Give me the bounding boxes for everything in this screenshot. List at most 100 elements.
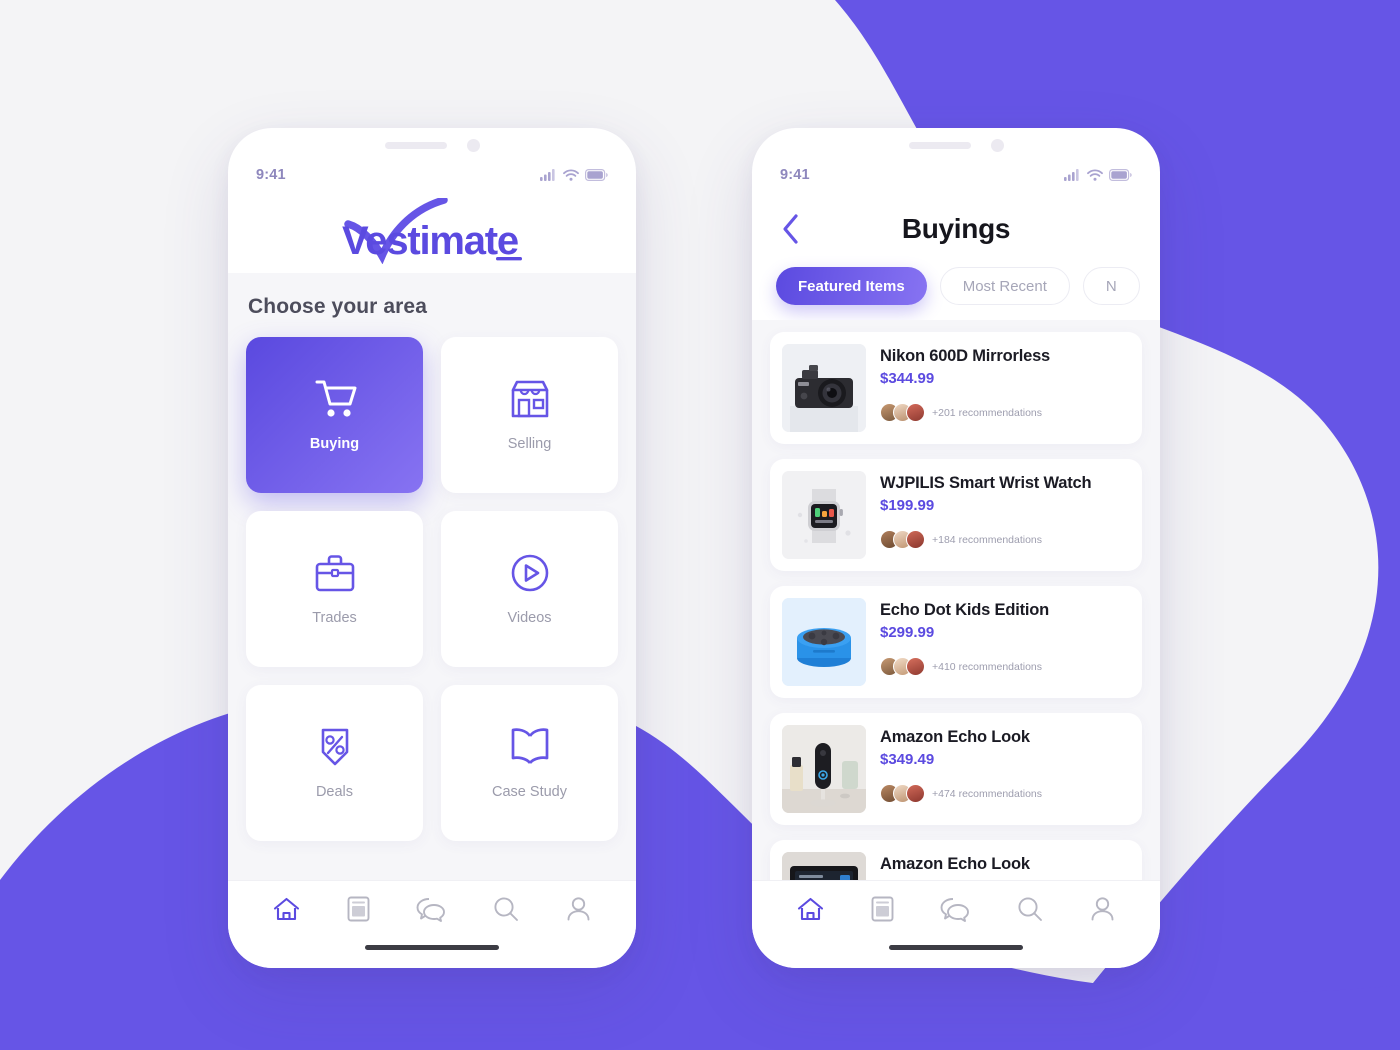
search-icon [1018, 897, 1043, 921]
cellular-signal-icon [1064, 169, 1079, 181]
product-list-item[interactable]: WJPILIS Smart Wrist Watch $199.99 +184 r… [770, 459, 1142, 571]
avatar [906, 530, 925, 549]
product-thumbnail [782, 725, 866, 813]
bottom-band-blob [0, 689, 1400, 1050]
product-name: Amazon Echo Look [880, 728, 1030, 746]
nav-profile-button[interactable] [1090, 896, 1115, 922]
nav-profile-button[interactable] [566, 896, 591, 922]
chat-icon [941, 897, 970, 922]
open-book-icon [511, 728, 548, 764]
search-icon [494, 897, 519, 921]
camera-photo [782, 344, 866, 432]
filter-chip-row: Featured Items Most Recent N [774, 267, 1140, 305]
area-tile-label: Deals [315, 784, 354, 800]
area-tile-case-study[interactable]: Case Study [441, 685, 618, 841]
product-price: $349.49 [880, 751, 935, 768]
home-indicator [889, 945, 1023, 950]
nav-news-button[interactable] [347, 896, 370, 922]
chat-icon [417, 897, 446, 922]
recommender-avatars [880, 784, 925, 803]
news-icon [347, 896, 370, 922]
recommender-avatars [880, 403, 925, 422]
avatar [906, 657, 925, 676]
echo-look-photo [782, 725, 866, 813]
area-tile-label: Case Study [492, 784, 567, 800]
product-list-item[interactable]: Echo Dot Kids Edition $299.99 +410 recom… [770, 586, 1142, 698]
bottom-navigation-right [752, 880, 1160, 968]
product-thumbnail [782, 471, 866, 559]
product-name: WJPILIS Smart Wrist Watch [880, 474, 1092, 492]
svg-text:Vestimate: Vestimate [342, 219, 518, 263]
battery-icon [1109, 169, 1132, 181]
product-list[interactable]: Nikon 600D Mirrorless $344.99 +201 recom… [752, 320, 1160, 880]
nav-chat-button[interactable] [416, 897, 446, 922]
recommendation-count: +474 recommendations [932, 787, 1043, 800]
play-circle-icon [511, 554, 548, 592]
product-name: Nikon 600D Mirrorless [880, 347, 1051, 365]
wifi-icon [563, 169, 579, 181]
briefcase-icon [315, 555, 354, 592]
area-tile-deals[interactable]: Deals [246, 685, 423, 841]
product-price: $344.99 [880, 370, 935, 387]
area-tile-grid: Buying Selling Trades Videos Deals Case … [246, 337, 618, 841]
nav-home-button[interactable] [797, 897, 824, 922]
profile-icon [1091, 897, 1114, 921]
area-tile-selling[interactable]: Selling [441, 337, 618, 493]
nav-search-button[interactable] [493, 896, 519, 922]
echo-show-photo [782, 852, 866, 880]
area-tile-label: Trades [312, 610, 357, 626]
avatar [906, 403, 925, 422]
recommender-avatars [880, 530, 925, 549]
phone-mockup-right: 9:41 Buyings Featured Items Most Recent … [752, 128, 1160, 968]
status-time: 9:41 [256, 167, 286, 183]
front-camera-icon [990, 138, 1004, 152]
product-thumbnail [782, 598, 866, 686]
filter-chip-next[interactable]: N [1082, 267, 1140, 305]
product-list-item[interactable]: Nikon 600D Mirrorless $344.99 +201 recom… [770, 332, 1142, 444]
recommender-avatars [880, 657, 925, 676]
area-tile-videos[interactable]: Videos [441, 511, 618, 667]
recommendation-count: +184 recommendations [932, 533, 1043, 546]
battery-icon [585, 169, 608, 181]
nav-news-button[interactable] [871, 896, 894, 922]
nav-search-button[interactable] [1017, 896, 1043, 922]
page-title: Buyings [901, 213, 1011, 244]
nav-chat-button[interactable] [940, 897, 970, 922]
choose-area-panel: Choose your area Buying Selling Trades V… [228, 273, 636, 880]
bottom-navigation-left [228, 880, 636, 968]
filter-chip-most-recent[interactable]: Most Recent [939, 267, 1070, 305]
cellular-signal-icon [540, 169, 555, 181]
app-logo: Vestimate [228, 188, 636, 273]
storefront-icon [511, 380, 548, 418]
device-notch [228, 128, 636, 162]
recommendation-count: +201 recommendations [932, 406, 1043, 419]
product-list-item[interactable]: Amazon Echo Look $349.49 +474 recommenda… [770, 713, 1142, 825]
speaker-icon [908, 141, 971, 149]
recommendation-count: +410 recommendations [932, 660, 1043, 673]
product-list-item[interactable]: Amazon Echo Look $349.49 +474 recommenda… [770, 840, 1142, 880]
nav-home-button[interactable] [273, 897, 300, 922]
smartwatch-photo [782, 471, 866, 559]
home-icon [798, 897, 824, 920]
speaker-icon [384, 141, 447, 149]
page-title: Choose your area [248, 295, 427, 318]
avatar [906, 784, 925, 803]
product-name: Amazon Echo Look [880, 855, 1030, 873]
status-time: 9:41 [780, 167, 810, 183]
echo-dot-photo [782, 598, 866, 686]
filter-chip-featured-items[interactable]: Featured Items [776, 267, 927, 305]
home-icon [274, 897, 300, 920]
buyings-header: Buyings Featured Items Most Recent N [752, 188, 1160, 320]
area-tile-trades[interactable]: Trades [246, 511, 423, 667]
profile-icon [567, 897, 590, 921]
background-decoration [0, 0, 1400, 1050]
home-indicator [365, 945, 499, 950]
area-tile-label: Buying [309, 436, 360, 452]
news-icon [871, 896, 894, 922]
product-thumbnail [782, 344, 866, 432]
vestimate-logo-icon: Vestimate [342, 195, 522, 264]
status-bar-right: 9:41 [752, 162, 1160, 188]
screenshot-canvas: 9:41 Vestimate Choose your area Buying S… [0, 0, 1400, 1050]
area-tile-buying[interactable]: Buying [246, 337, 423, 493]
front-camera-icon [466, 138, 480, 152]
